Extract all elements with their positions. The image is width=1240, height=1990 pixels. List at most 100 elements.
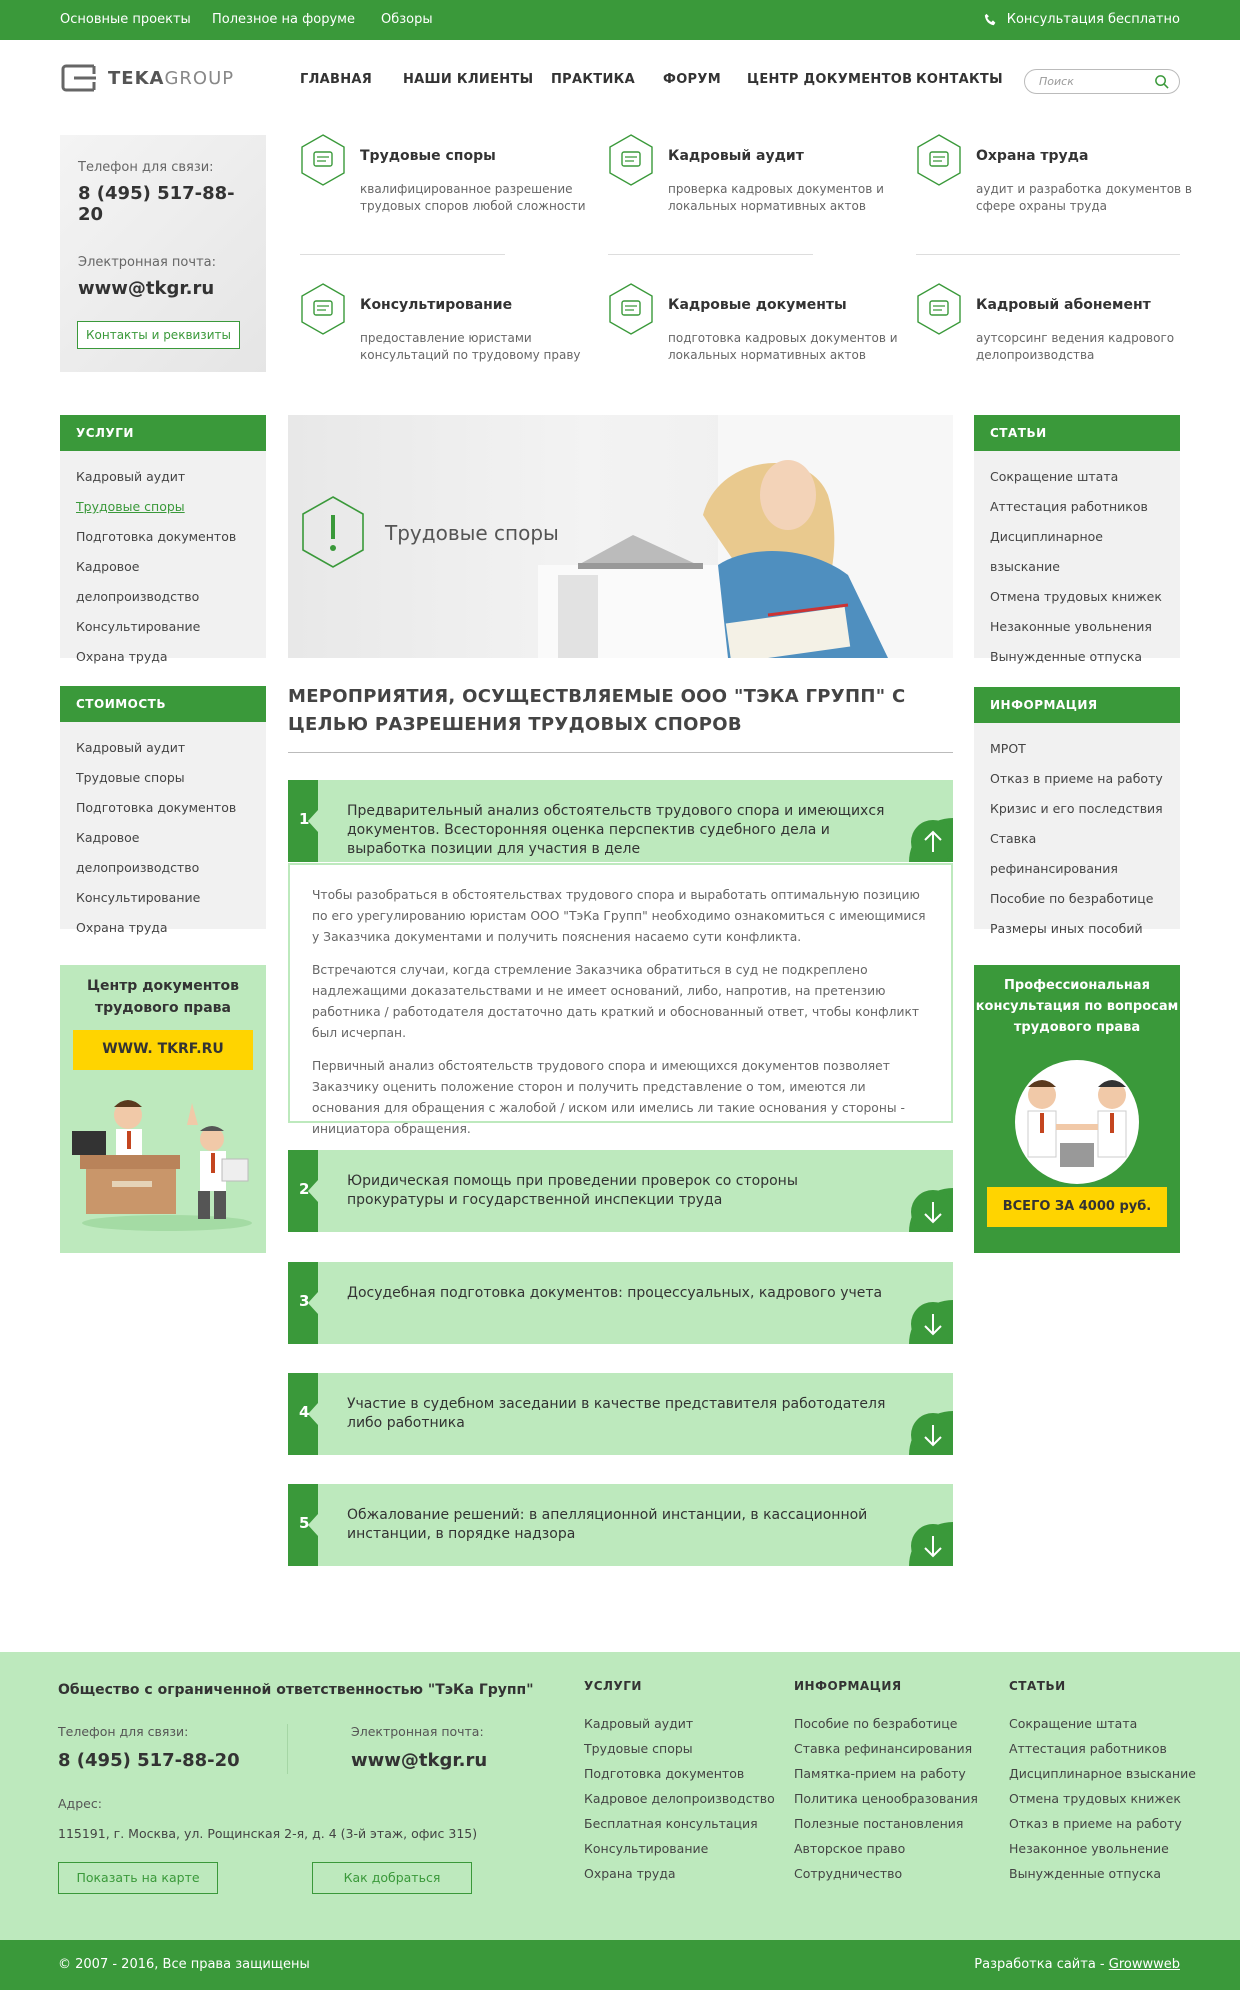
footer-link[interactable]: Консультирование xyxy=(584,1836,775,1861)
panel-link[interactable]: Кадровое делопроизводство xyxy=(60,823,266,883)
footer-link[interactable]: Трудовые споры xyxy=(584,1736,775,1761)
step-4[interactable]: 4 Участие в судебном заседании в качестве… xyxy=(288,1373,953,1455)
search-input[interactable]: Поиск xyxy=(1024,69,1180,94)
panel-link[interactable]: Консультирование xyxy=(60,612,266,642)
toplink-forum[interactable]: Полезное на форуме xyxy=(212,12,355,27)
consult-link[interactable]: Консультация бесплатно xyxy=(984,12,1180,27)
panel-link[interactable]: Аттестация работников xyxy=(974,492,1180,522)
panel-link[interactable]: Кадровый аудит xyxy=(60,462,266,492)
footer-col-title: ИНФОРМАЦИЯ xyxy=(794,1679,902,1693)
nav-contacts[interactable]: КОНТАКТЫ xyxy=(916,72,1003,87)
contact-box: Телефон для связи: 8 (495) 517-88-20 Эле… xyxy=(60,135,266,372)
panel-link[interactable]: Отказ в приеме на работу xyxy=(974,764,1180,794)
step-2[interactable]: 2 Юридическая помощь при проведении прове… xyxy=(288,1150,953,1232)
service-title[interactable]: Трудовые споры xyxy=(360,148,496,164)
footer-link[interactable]: Вынужденные отпуска xyxy=(1009,1861,1196,1886)
panel-link[interactable]: Кадровое делопроизводство xyxy=(60,552,266,612)
directions-button[interactable]: Как добраться xyxy=(312,1862,472,1894)
footer-email[interactable]: www@tkgr.ru xyxy=(351,1750,487,1771)
footer-link[interactable]: Авторское право xyxy=(794,1836,978,1861)
logo[interactable]: TEKA GROUP xyxy=(60,62,234,94)
footer-link[interactable]: Незаконное увольнение xyxy=(1009,1836,1196,1861)
panel-link[interactable]: Трудовые споры xyxy=(60,492,266,522)
panel-link[interactable]: Сокращение штата xyxy=(974,462,1180,492)
dev-link[interactable]: Growwweb xyxy=(1109,1957,1180,1972)
nav-docs-center[interactable]: ЦЕНТР ДОКУМЕНТОВ xyxy=(747,72,912,87)
contacts-button[interactable]: Контакты и реквизиты xyxy=(77,321,240,349)
panel-link[interactable]: Охрана труда xyxy=(60,913,266,943)
panel-link[interactable]: Дисциплинарное взыскание xyxy=(974,522,1180,582)
footer-link[interactable]: Отказ в приеме на работу xyxy=(1009,1811,1196,1836)
panel-link[interactable]: Вынужденные отпуска xyxy=(974,642,1180,672)
toplink-projects[interactable]: Основные проекты xyxy=(60,12,191,27)
footer-link[interactable]: Кадровое делопроизводство xyxy=(584,1786,775,1811)
footer-link[interactable]: Охрана труда xyxy=(584,1861,775,1886)
panel-link[interactable]: Пособие по безработице xyxy=(974,884,1180,914)
service-title[interactable]: Кадровый абонемент xyxy=(976,297,1151,313)
footer-address-label: Адрес: xyxy=(58,1796,102,1811)
info-panel: ИНФОРМАЦИЯ МРОТ Отказ в приеме на работу К… xyxy=(974,687,1180,936)
panel-link[interactable]: Кадровый аудит xyxy=(60,733,266,763)
panel-link[interactable]: Размеры иных пособий xyxy=(974,914,1180,944)
arrow-down-icon[interactable] xyxy=(909,1300,953,1344)
nav-home[interactable]: ГЛАВНАЯ xyxy=(300,72,372,87)
panel-link[interactable]: Консультирование xyxy=(60,883,266,913)
top-bar: Основные проекты Полезное на форуме Обзо… xyxy=(0,0,1240,40)
footer-link[interactable]: Подготовка документов xyxy=(584,1761,775,1786)
footer-link[interactable]: Пособие по безработице xyxy=(794,1711,978,1736)
panel-link[interactable]: Трудовые споры xyxy=(60,763,266,793)
service-title[interactable]: Консультирование xyxy=(360,297,512,313)
toplink-reviews[interactable]: Обзоры xyxy=(381,12,433,27)
arrow-down-icon[interactable] xyxy=(909,1188,953,1232)
promo-url[interactable]: WWW. TKRF.RU xyxy=(73,1030,253,1070)
search-icon[interactable] xyxy=(1154,74,1169,89)
step-1[interactable]: 1 Предварительный анализ обстоятельств тр… xyxy=(288,780,953,862)
footer-link[interactable]: Сотрудничество xyxy=(794,1861,978,1886)
footer-phone-label: Телефон для связи: xyxy=(58,1724,189,1739)
promo-price[interactable]: ВСЕГО ЗА 4000 руб. xyxy=(987,1187,1167,1227)
step-3[interactable]: 3 Досудебная подготовка документов: проце… xyxy=(288,1262,953,1344)
nav-clients[interactable]: НАШИ КЛИЕНТЫ xyxy=(403,72,533,87)
email-address[interactable]: www@tkgr.ru xyxy=(78,278,248,299)
docs-center-promo[interactable]: Центр документов трудового права WWW. TK… xyxy=(60,965,266,1253)
divider xyxy=(300,254,505,255)
panel-link[interactable]: Отмена трудовых книжек xyxy=(974,582,1180,612)
panel-link[interactable]: Кризис и его последствия xyxy=(974,794,1180,824)
services-panel: УСЛУГИ Кадровый аудит Трудовые споры Подго… xyxy=(60,415,266,664)
service-title[interactable]: Кадровые документы xyxy=(668,297,847,313)
panel-link[interactable]: МРОТ xyxy=(974,734,1180,764)
footer-link[interactable]: Политика ценообразования xyxy=(794,1786,978,1811)
nav-forum[interactable]: ФОРУМ xyxy=(663,72,721,87)
footer-link[interactable]: Кадровый аудит xyxy=(584,1711,775,1736)
nav-practice[interactable]: ПРАКТИКА xyxy=(551,72,635,87)
panel-link[interactable]: Ставка рефинансирования xyxy=(974,824,1180,884)
footer-link[interactable]: Полезные постановления xyxy=(794,1811,978,1836)
show-map-button[interactable]: Показать на карте xyxy=(58,1862,218,1894)
service-title[interactable]: Охрана труда xyxy=(976,148,1088,164)
panel-link[interactable]: Незаконные увольнения xyxy=(974,612,1180,642)
megaphone-icon xyxy=(301,134,345,186)
divider xyxy=(916,254,1180,255)
arrow-down-icon[interactable] xyxy=(909,1522,953,1566)
footer-link[interactable]: Бесплатная консультация xyxy=(584,1811,775,1836)
footer-link[interactable]: Отмена трудовых книжек xyxy=(1009,1786,1196,1811)
step-number: 5 xyxy=(299,1514,310,1532)
arrow-up-icon[interactable] xyxy=(909,818,953,862)
step-5[interactable]: 5 Обжалование решений: в апелляционной ин… xyxy=(288,1484,953,1566)
panel-link[interactable]: Подготовка документов xyxy=(60,793,266,823)
panel-link[interactable]: Подготовка документов xyxy=(60,522,266,552)
consult-label: Консультация бесплатно xyxy=(1006,12,1180,27)
footer-link[interactable]: Сокращение штата xyxy=(1009,1711,1196,1736)
footer-link[interactable]: Ставка рефинансирования xyxy=(794,1736,978,1761)
footer-link[interactable]: Аттестация работников xyxy=(1009,1736,1196,1761)
step-text: Досудебная подготовка документов: процес… xyxy=(347,1285,883,1301)
articles-panel: СТАТЬИ Сокращение штата Аттестация работн… xyxy=(974,415,1180,664)
arrow-down-icon[interactable] xyxy=(909,1411,953,1455)
service-title[interactable]: Кадровый аудит xyxy=(668,148,804,164)
panel-link[interactable]: Охрана труда xyxy=(60,642,266,672)
footer-link[interactable]: Памятка-прием на работу xyxy=(794,1761,978,1786)
divider xyxy=(287,1724,288,1774)
service-desc: предоставление юристами консультаций по … xyxy=(360,331,581,362)
consultation-promo[interactable]: Профессиональная консультация по вопроса… xyxy=(974,965,1180,1253)
footer-link[interactable]: Дисциплинарное взыскание xyxy=(1009,1761,1196,1786)
